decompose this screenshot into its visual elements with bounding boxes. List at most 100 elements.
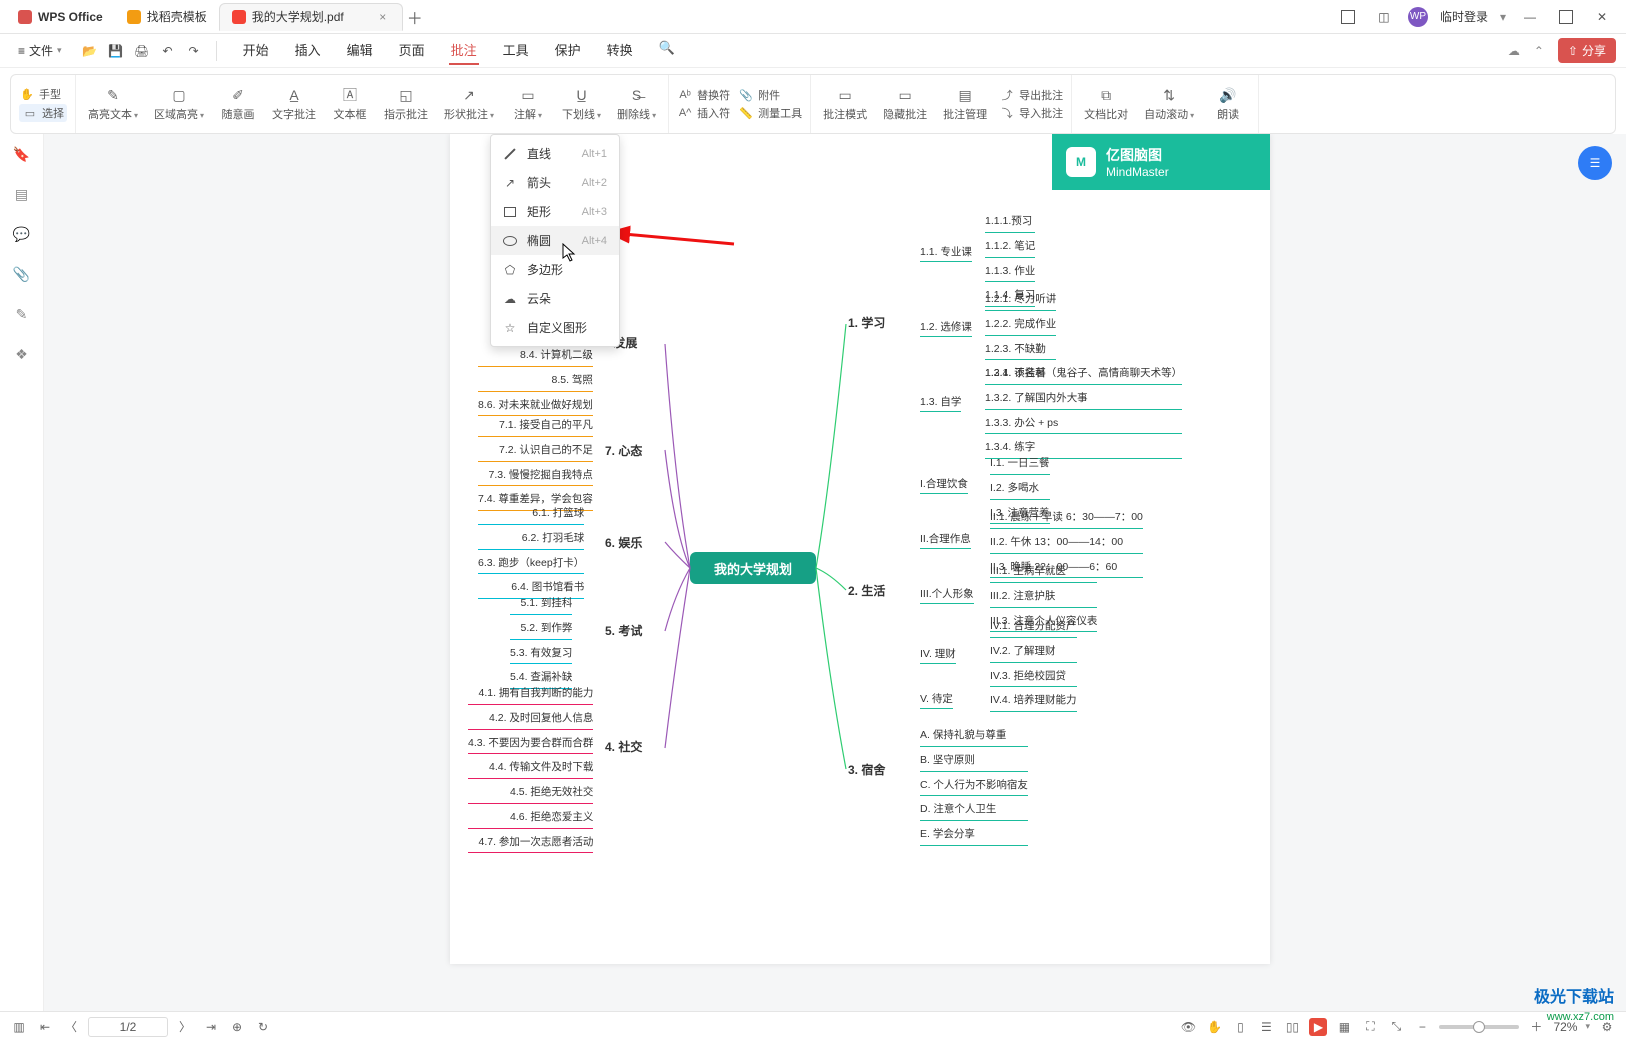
- mindmap-leaf: 4.2. 及时回复他人信息: [468, 709, 593, 730]
- textbox-button[interactable]: 🄰文本框: [328, 84, 372, 124]
- thumbnail-icon[interactable]: ▤: [12, 184, 32, 204]
- tab-active-document[interactable]: 我的大学规划.pdf ×: [219, 3, 403, 31]
- strike-button[interactable]: S̶删除线: [613, 84, 660, 124]
- edit-icon[interactable]: ✎: [12, 304, 32, 324]
- cloud-icon[interactable]: ☁: [1508, 44, 1520, 58]
- prev-page-icon[interactable]: 〈: [62, 1018, 80, 1036]
- replace-button[interactable]: Aᵇ替换符: [677, 87, 730, 103]
- import-annot-button[interactable]: ⤵导入批注: [999, 105, 1063, 121]
- mindmap-leaf: 4.1. 拥有自我判断的能力: [468, 684, 593, 705]
- save-icon[interactable]: 💾: [108, 43, 124, 59]
- next-page-icon[interactable]: 〉: [176, 1018, 194, 1036]
- menu-tools[interactable]: 工具: [501, 36, 531, 65]
- eye-icon[interactable]: 👁: [1179, 1018, 1197, 1036]
- tab-close-icon[interactable]: ×: [376, 10, 390, 24]
- dropdown-shortcut: Alt+3: [582, 206, 607, 218]
- layout-icon[interactable]: [1336, 5, 1360, 29]
- annot-mode-button[interactable]: ▭批注模式: [819, 84, 871, 124]
- comment-icon[interactable]: 💬: [12, 224, 32, 244]
- fullscreen-icon[interactable]: ⤡: [1387, 1018, 1405, 1036]
- dropdown-item-rect[interactable]: 矩形Alt+3: [491, 197, 619, 226]
- tab-wps-home[interactable]: WPS Office: [6, 3, 115, 31]
- text-annot-button[interactable]: A̲文字批注: [268, 84, 320, 124]
- print-icon[interactable]: 🖨: [134, 43, 150, 59]
- mindmap-leaf: 1.2.1. 尽力听讲: [985, 290, 1056, 311]
- share-button[interactable]: ⇧ 分享: [1558, 38, 1616, 63]
- mindmap-leaf: D. 注意个人卫生: [920, 800, 1028, 821]
- menu-edit[interactable]: 编辑: [345, 36, 375, 65]
- annot-mgr-button[interactable]: ▤批注管理: [939, 84, 991, 124]
- shape-annot-button[interactable]: ↗形状批注: [440, 84, 498, 124]
- note-button[interactable]: ▭注解: [506, 84, 550, 124]
- dropdown-item-arrow[interactable]: ↗箭头Alt+2: [491, 168, 619, 197]
- menu-annotate[interactable]: 批注: [449, 36, 479, 65]
- hide-annot-button[interactable]: ▭隐藏批注: [879, 84, 931, 124]
- callout-button[interactable]: ◱指示批注: [380, 84, 432, 124]
- export-annot-button[interactable]: ⤴导出批注: [999, 87, 1063, 103]
- area-highlight-button[interactable]: ▢区域高亮: [150, 84, 208, 124]
- dropdown-item-star[interactable]: ☆自定义图形: [491, 313, 619, 342]
- tab-templates[interactable]: 找稻壳模板: [115, 3, 219, 31]
- mindmap-leaf: 1.1.2. 笔记: [985, 237, 1035, 258]
- menu-start[interactable]: 开始: [241, 36, 271, 65]
- doc-compare-button[interactable]: ⧉文档比对: [1080, 84, 1132, 124]
- insert-char-button[interactable]: A^插入符: [677, 105, 730, 121]
- continuous-icon[interactable]: ☰: [1257, 1018, 1275, 1036]
- zoom-slider[interactable]: [1439, 1025, 1519, 1029]
- zoom-in-icon[interactable]: ＋: [1527, 1018, 1545, 1036]
- window-minimize-button[interactable]: —: [1518, 5, 1542, 29]
- first-page-icon[interactable]: ⇤: [36, 1018, 54, 1036]
- zoom-fit-icon[interactable]: ⊕: [228, 1018, 246, 1036]
- page-input[interactable]: 1/2: [88, 1017, 168, 1037]
- menu-protect[interactable]: 保护: [553, 36, 583, 65]
- redo-icon[interactable]: ↷: [186, 43, 202, 59]
- login-link[interactable]: 临时登录: [1440, 8, 1488, 25]
- highlight-text-button[interactable]: ✎高亮文本: [84, 84, 142, 124]
- layout-icon[interactable]: ▦: [1335, 1018, 1353, 1036]
- dropdown-item-line[interactable]: 直线Alt+1: [491, 139, 619, 168]
- avatar[interactable]: WP: [1408, 7, 1428, 27]
- assistant-float-button[interactable]: ☰: [1578, 146, 1612, 180]
- last-page-icon[interactable]: ⇥: [202, 1018, 220, 1036]
- menu-insert[interactable]: 插入: [293, 36, 323, 65]
- attach-button[interactable]: 📎附件: [738, 87, 802, 103]
- tab-add-button[interactable]: ＋: [403, 5, 427, 29]
- hand-tool[interactable]: ✋手型: [19, 86, 67, 102]
- dropdown-label: 直线: [527, 145, 551, 162]
- canvas[interactable]: 直线Alt+1↗箭头Alt+2矩形Alt+3椭圆Alt+4⬠多边形☁云朵☆自定义…: [44, 134, 1626, 1011]
- file-label: 文件: [29, 42, 53, 59]
- read-aloud-button[interactable]: 🔊朗读: [1206, 84, 1250, 124]
- caret-down-icon[interactable]: ▾: [1500, 10, 1506, 24]
- attachment-icon[interactable]: 📎: [12, 264, 32, 284]
- collapse-ribbon-icon[interactable]: ⌃: [1534, 44, 1544, 58]
- undo-icon[interactable]: ↶: [160, 43, 176, 59]
- menu-page[interactable]: 页面: [397, 36, 427, 65]
- dropdown-item-cloud[interactable]: ☁云朵: [491, 284, 619, 313]
- file-menu-button[interactable]: ≡ 文件 ▾: [10, 38, 70, 63]
- mindmap-leaf: IV.3. 拒绝校园贷: [990, 667, 1077, 688]
- freehand-button[interactable]: ✐随意画: [216, 84, 260, 124]
- sidebar-toggle-icon[interactable]: ▥: [10, 1018, 28, 1036]
- measure-button[interactable]: 📏测量工具: [738, 105, 802, 121]
- cube-icon[interactable]: ◫: [1372, 5, 1396, 29]
- present-icon[interactable]: ▶: [1309, 1018, 1327, 1036]
- zoom-out-icon[interactable]: −: [1413, 1018, 1431, 1036]
- rotate-icon[interactable]: ↻: [254, 1018, 272, 1036]
- underline-button[interactable]: U̲下划线: [558, 84, 605, 124]
- fit-width-icon[interactable]: ⛶: [1361, 1018, 1379, 1036]
- dropdown-item-poly[interactable]: ⬠多边形: [491, 255, 619, 284]
- auto-scroll-button[interactable]: ⇅自动滚动: [1140, 84, 1198, 124]
- window-close-button[interactable]: ✕: [1590, 5, 1614, 29]
- bookmark-icon[interactable]: 🔖: [12, 144, 32, 164]
- sub-2-3: III.个人形象: [920, 584, 974, 604]
- select-tool[interactable]: ▭选择: [19, 104, 67, 122]
- single-page-icon[interactable]: ▯: [1231, 1018, 1249, 1036]
- dropdown-item-ellipse[interactable]: 椭圆Alt+4: [491, 226, 619, 255]
- layers-icon[interactable]: ❖: [12, 344, 32, 364]
- window-maximize-button[interactable]: [1554, 5, 1578, 29]
- menu-search-icon[interactable]: 🔍: [657, 36, 677, 65]
- open-icon[interactable]: 📂: [82, 43, 98, 59]
- hand-icon[interactable]: ✋: [1205, 1018, 1223, 1036]
- menu-convert[interactable]: 转换: [605, 36, 635, 65]
- two-page-icon[interactable]: ▯▯: [1283, 1018, 1301, 1036]
